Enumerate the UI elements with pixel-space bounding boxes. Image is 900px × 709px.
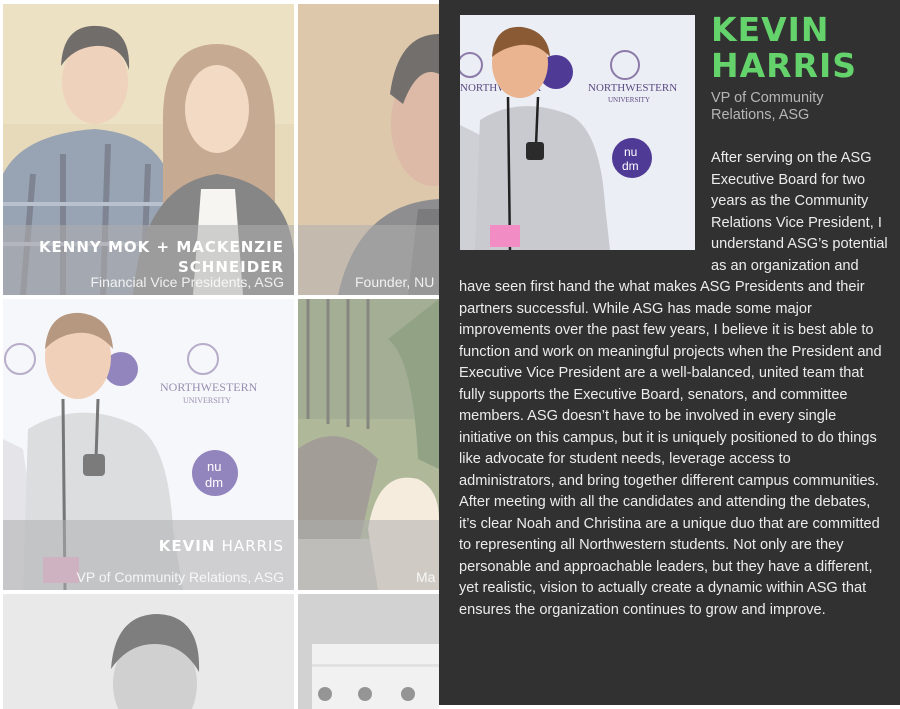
tile-first-name: Kevin xyxy=(158,537,216,555)
tile-name: Kenny Mok + Mackenzie Schneider xyxy=(39,237,284,277)
tile-last-name: Harris xyxy=(221,537,284,555)
tile-role: Financial Vice Presidents, ASG xyxy=(90,274,284,290)
tile-name: Kevin Harris xyxy=(159,536,284,556)
tile-caption: Kenny Mok + Mackenzie Schneider Financia… xyxy=(3,225,294,295)
profile-tile-founder[interactable]: Founder, NU C xyxy=(298,4,439,295)
tile-veil xyxy=(3,594,294,709)
tile-veil xyxy=(298,594,439,709)
bio-photo-spacer xyxy=(439,148,711,258)
bio-wrap: After serving on the ASG Executive Board… xyxy=(439,148,900,621)
profile-bio: After serving on the ASG Executive Board… xyxy=(439,0,900,705)
profile-tile-kevin-harris[interactable]: NORTHWESTERN UNIVERSITY nu dm Kevin Harr… xyxy=(3,299,294,590)
profile-detail-panel: NORTHWESTERN UNIVERSITY NORTHWESTER nu d… xyxy=(439,0,900,705)
profile-tile-outdoor[interactable]: Ma xyxy=(298,299,439,590)
profile-tile-bottom-left[interactable] xyxy=(3,594,294,709)
profile-tile-bottom-right[interactable] xyxy=(298,594,439,709)
tile-role: Founder, NU C xyxy=(355,274,439,290)
tile-caption: Ma xyxy=(298,520,439,590)
tile-caption: Founder, NU C xyxy=(298,225,439,295)
profile-tile-kenny-mackenzie[interactable]: Kenny Mok + Mackenzie Schneider Financia… xyxy=(3,4,294,295)
tile-role: Ma xyxy=(416,569,436,585)
tile-name-line: Kenny Mok + Mackenzie xyxy=(38,238,284,256)
tile-caption: Kevin Harris VP of Community Relations, … xyxy=(3,520,294,590)
tile-role: VP of Community Relations, ASG xyxy=(76,569,285,585)
